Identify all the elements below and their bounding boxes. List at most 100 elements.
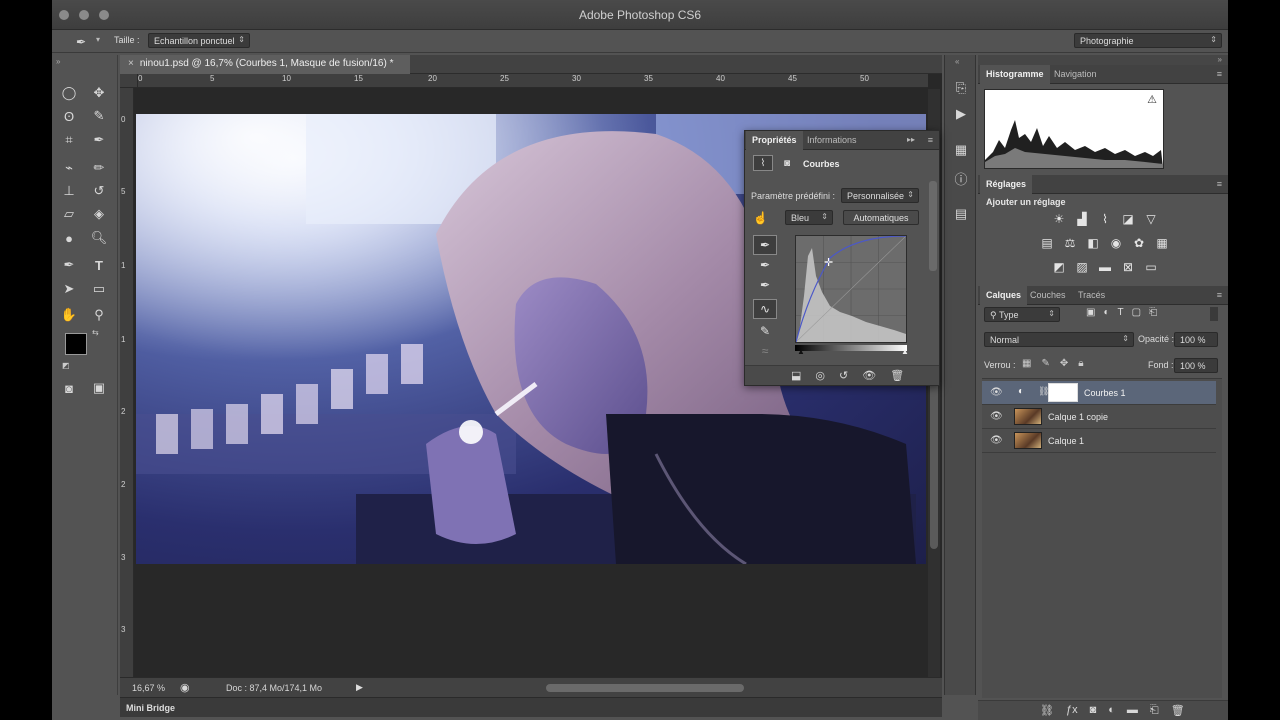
layer-row-calque-1-copie[interactable]: 👁︎ Calque 1 copie xyxy=(982,405,1216,429)
view-previous-state-icon[interactable]: ◎ xyxy=(815,369,825,382)
invert-icon[interactable]: ◩ xyxy=(1050,259,1068,275)
lasso-tool-icon[interactable]: ʘ xyxy=(58,105,80,127)
channel-mixer-icon[interactable]: ✿ xyxy=(1130,235,1148,251)
visibility-eye-icon[interactable]: 👁︎ xyxy=(990,435,1003,446)
fill-input[interactable]: 100 % xyxy=(1174,358,1218,373)
filter-toggle[interactable] xyxy=(1210,307,1218,321)
new-layer-icon[interactable]: ⎗ xyxy=(1150,704,1159,717)
spot-healing-tool-icon[interactable]: ⌁ xyxy=(58,157,80,179)
close-tab-icon[interactable]: × xyxy=(128,58,134,69)
actions-panel-icon[interactable]: ▶ xyxy=(950,103,972,125)
sample-size-select[interactable]: Echantillon ponctuel ⇕ xyxy=(148,33,250,48)
curves-graph[interactable]: ✛ xyxy=(795,235,907,343)
lock-image-icon[interactable]: ✎ xyxy=(1041,358,1049,369)
brush-tool-icon[interactable]: ✏ xyxy=(88,157,110,179)
quick-mask-icon[interactable]: ◙ xyxy=(58,377,80,399)
blur-tool-icon[interactable]: ● xyxy=(58,227,80,249)
curves-adjustment-icon[interactable]: ⌇ xyxy=(753,155,773,171)
type-tool-icon[interactable]: T xyxy=(88,254,110,276)
targeted-adjustment-hand-icon[interactable]: ☝ xyxy=(753,211,768,225)
add-mask-icon[interactable]: ◙ xyxy=(1090,704,1097,717)
zoom-level[interactable]: 16,67 % xyxy=(132,683,165,693)
rectangle-tool-icon[interactable]: ▭ xyxy=(88,278,110,300)
brightness-contrast-icon[interactable]: ☀ xyxy=(1050,211,1068,227)
preset-dropdown-arrow-icon[interactable]: ▾ xyxy=(96,35,100,44)
posterize-icon[interactable]: ▨ xyxy=(1073,259,1091,275)
curves-icon[interactable]: ⌇ xyxy=(1096,211,1114,227)
levels-icon[interactable]: ▟ xyxy=(1073,211,1091,227)
visibility-eye-icon[interactable]: 👁︎ xyxy=(990,387,1003,398)
blend-mode-select[interactable]: Normal ⇕ xyxy=(984,332,1134,347)
color-balance-icon[interactable]: ⚖ xyxy=(1061,235,1079,251)
status-menu-arrow-icon[interactable]: ▶ xyxy=(356,682,363,693)
toggle-visibility-icon[interactable]: 👁︎ xyxy=(862,369,876,382)
tab-properties[interactable]: Propriétés xyxy=(746,131,803,150)
photo-filter-icon[interactable]: ◉ xyxy=(1107,235,1125,251)
path-selection-tool-icon[interactable]: ➤ xyxy=(58,278,80,300)
pen-tool-icon[interactable]: ✒ xyxy=(58,254,80,276)
layer-name[interactable]: Courbes 1 xyxy=(1084,388,1126,398)
tab-channels[interactable]: Couches xyxy=(1024,286,1072,305)
hue-saturation-icon[interactable]: ▤ xyxy=(1038,235,1056,251)
workspace-select[interactable]: Photographie ⇕ xyxy=(1074,33,1222,48)
swap-colors-icon[interactable]: ⇆ xyxy=(92,328,99,337)
filter-type-icon[interactable]: T xyxy=(1118,307,1124,318)
reset-adjustment-icon[interactable]: ↺ xyxy=(839,369,848,382)
delete-layer-icon[interactable]: 🗑︎ xyxy=(1171,704,1185,717)
white-point-slider[interactable]: ▲ xyxy=(901,347,909,356)
tab-paths[interactable]: Tracés xyxy=(1072,286,1111,305)
horizontal-scroll-thumb[interactable] xyxy=(546,684,744,692)
eraser-tool-icon[interactable]: ▱ xyxy=(58,203,80,225)
clone-stamp-tool-icon[interactable]: ⊥ xyxy=(58,180,80,202)
info-panel-icon[interactable]: ⓘ xyxy=(950,167,972,189)
sample-gray-point-icon[interactable]: ✒ xyxy=(753,255,777,275)
foreground-color-swatch[interactable] xyxy=(65,333,87,355)
dodge-tool-icon[interactable]: 🔍︎ xyxy=(88,227,110,249)
hand-tool-icon[interactable]: ✋ xyxy=(58,304,80,326)
properties-scrollbar[interactable] xyxy=(929,181,937,271)
lock-all-icon[interactable]: 🔒︎ xyxy=(1078,358,1083,369)
default-colors-icon[interactable]: ◩ xyxy=(62,361,70,370)
history-brush-tool-icon[interactable]: ↺ xyxy=(88,180,110,202)
expand-dock-icon[interactable]: « xyxy=(955,57,959,66)
filter-pixel-icon[interactable]: ▣ xyxy=(1086,307,1095,318)
tab-histogram[interactable]: Histogramme xyxy=(980,65,1050,84)
visibility-eye-icon[interactable]: 👁︎ xyxy=(990,411,1003,422)
delete-adjustment-icon[interactable]: 🗑︎ xyxy=(890,369,904,382)
exposure-icon[interactable]: ◪ xyxy=(1119,211,1137,227)
layer-row-calque-1[interactable]: 👁︎ Calque 1 xyxy=(982,429,1216,453)
opacity-input[interactable]: 100 % xyxy=(1174,332,1218,347)
status-info-icon[interactable]: ◉ xyxy=(180,681,190,694)
draw-curve-pencil-icon[interactable]: ✎ xyxy=(753,321,777,341)
panel-menu-icon[interactable]: ≡ xyxy=(1217,179,1222,189)
collapse-panel-icon[interactable]: ▸▸ xyxy=(907,135,915,144)
vibrance-icon[interactable]: ▽ xyxy=(1142,211,1160,227)
properties-panel-icon[interactable]: ▦ xyxy=(950,139,972,161)
sample-black-point-icon[interactable]: ✒ xyxy=(753,235,777,255)
collapse-panels-icon[interactable]: » xyxy=(1218,55,1222,64)
ellipse-marquee-tool-icon[interactable]: ◯ xyxy=(58,82,80,104)
black-white-icon[interactable]: ◧ xyxy=(1084,235,1102,251)
collapse-tools-icon[interactable]: » xyxy=(56,57,60,66)
threshold-icon[interactable]: ▬ xyxy=(1096,259,1114,275)
crop-tool-icon[interactable]: ⌗ xyxy=(58,129,80,151)
paint-bucket-tool-icon[interactable]: ◈ xyxy=(88,203,110,225)
filter-shape-icon[interactable]: ▢ xyxy=(1132,307,1141,318)
preset-select[interactable]: Personnalisée ⇕ xyxy=(841,188,919,203)
lock-transparent-icon[interactable]: ▦ xyxy=(1022,358,1031,369)
panel-menu-icon[interactable]: ≡ xyxy=(1217,290,1222,300)
move-tool-icon[interactable]: ✥ xyxy=(88,82,110,104)
history-panel-icon[interactable]: ⎘ xyxy=(950,77,972,99)
layer-row-courbes-1[interactable]: 👁︎ ◐ ⛓ Courbes 1 xyxy=(982,381,1216,405)
color-lookup-icon[interactable]: ▦ xyxy=(1153,235,1171,251)
sample-white-point-icon[interactable]: ✒ xyxy=(753,275,777,295)
eyedropper-tool-icon[interactable]: ✒ xyxy=(88,129,110,151)
filter-adjustment-icon[interactable]: ◐ xyxy=(1103,307,1109,318)
channel-select[interactable]: Bleu ⇕ xyxy=(785,210,833,225)
selective-color-icon[interactable]: ⊠ xyxy=(1119,259,1137,275)
screen-mode-icon[interactable]: ▣ xyxy=(88,377,110,399)
tab-info[interactable]: Informations xyxy=(801,131,863,150)
layer-mask-thumbnail[interactable] xyxy=(1048,383,1078,402)
layer-name[interactable]: Calque 1 copie xyxy=(1048,412,1108,422)
layer-name[interactable]: Calque 1 xyxy=(1048,436,1084,446)
